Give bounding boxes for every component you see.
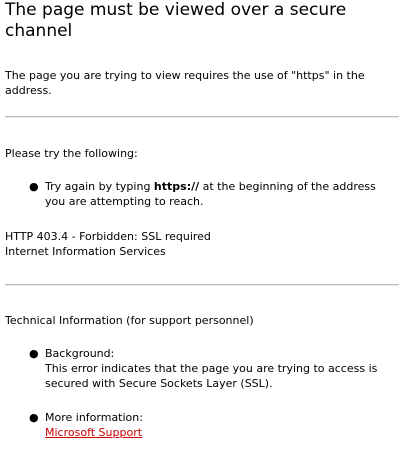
background-label: Background: xyxy=(45,347,115,360)
more-info-text: More information: Microsoft Support xyxy=(45,410,397,440)
try-list-text: Try again by typing https:// at the begi… xyxy=(45,179,397,209)
background-description: This error indicates that the page you a… xyxy=(45,362,378,390)
try-heading: Please try the following: xyxy=(5,147,138,160)
bullet-icon: ● xyxy=(29,180,39,193)
try-list-prefix: Try again by typing xyxy=(45,180,154,193)
error-source: Internet Information Services xyxy=(5,245,166,258)
tech-heading: Technical Information (for support perso… xyxy=(5,314,254,327)
https-prefix: https:// xyxy=(153,180,200,193)
bullet-icon: ● xyxy=(29,411,39,424)
error-page: The page must be viewed over a secure ch… xyxy=(0,0,407,449)
bullet-icon: ● xyxy=(29,347,39,360)
more-info-label: More information: xyxy=(45,411,143,424)
divider xyxy=(5,284,399,286)
error-code: HTTP 403.4 - Forbidden: SSL required xyxy=(5,230,211,243)
background-list-text: Background: This error indicates that th… xyxy=(45,346,397,391)
microsoft-support-link[interactable]: Microsoft Support xyxy=(45,426,142,439)
divider xyxy=(5,116,399,118)
page-title: The page must be viewed over a secure ch… xyxy=(5,0,347,41)
intro-text: The page you are trying to view requires… xyxy=(5,69,365,97)
